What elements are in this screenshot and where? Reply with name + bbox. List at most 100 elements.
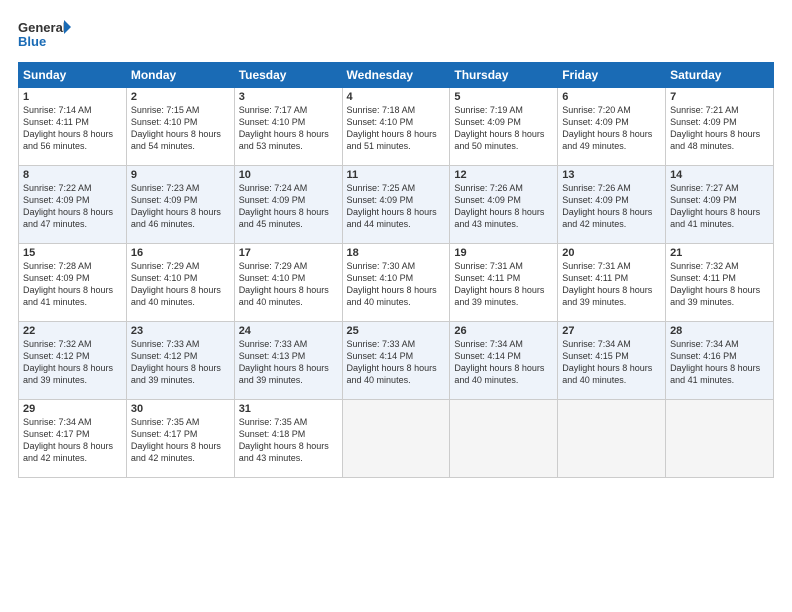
day-info: Sunrise: 7:18 AMSunset: 4:10 PMDaylight … [347, 105, 437, 151]
day-info: Sunrise: 7:14 AMSunset: 4:11 PMDaylight … [23, 105, 113, 151]
col-header-friday: Friday [558, 63, 666, 88]
day-info: Sunrise: 7:31 AMSunset: 4:11 PMDaylight … [562, 261, 652, 307]
calendar-cell: 2 Sunrise: 7:15 AMSunset: 4:10 PMDayligh… [126, 88, 234, 166]
day-number: 27 [562, 325, 661, 337]
day-number: 6 [562, 91, 661, 103]
day-info: Sunrise: 7:19 AMSunset: 4:09 PMDaylight … [454, 105, 544, 151]
page: General Blue SundayMondayTuesdayWednesda… [0, 0, 792, 612]
calendar-cell: 27 Sunrise: 7:34 AMSunset: 4:15 PMDaylig… [558, 322, 666, 400]
day-info: Sunrise: 7:34 AMSunset: 4:16 PMDaylight … [670, 339, 760, 385]
day-number: 28 [670, 325, 769, 337]
day-info: Sunrise: 7:35 AMSunset: 4:18 PMDaylight … [239, 417, 329, 463]
day-info: Sunrise: 7:26 AMSunset: 4:09 PMDaylight … [562, 183, 652, 229]
calendar-cell: 23 Sunrise: 7:33 AMSunset: 4:12 PMDaylig… [126, 322, 234, 400]
day-number: 25 [347, 325, 446, 337]
calendar-cell: 11 Sunrise: 7:25 AMSunset: 4:09 PMDaylig… [342, 166, 450, 244]
calendar-cell: 30 Sunrise: 7:35 AMSunset: 4:17 PMDaylig… [126, 400, 234, 478]
day-number: 2 [131, 91, 230, 103]
day-number: 15 [23, 247, 122, 259]
day-number: 3 [239, 91, 338, 103]
day-info: Sunrise: 7:15 AMSunset: 4:10 PMDaylight … [131, 105, 221, 151]
day-number: 13 [562, 169, 661, 181]
calendar-cell [558, 400, 666, 478]
calendar-cell: 17 Sunrise: 7:29 AMSunset: 4:10 PMDaylig… [234, 244, 342, 322]
col-header-wednesday: Wednesday [342, 63, 450, 88]
day-info: Sunrise: 7:24 AMSunset: 4:09 PMDaylight … [239, 183, 329, 229]
svg-text:General: General [18, 20, 66, 35]
day-number: 1 [23, 91, 122, 103]
day-info: Sunrise: 7:33 AMSunset: 4:14 PMDaylight … [347, 339, 437, 385]
day-number: 17 [239, 247, 338, 259]
calendar-cell [342, 400, 450, 478]
day-info: Sunrise: 7:21 AMSunset: 4:09 PMDaylight … [670, 105, 760, 151]
calendar-cell [450, 400, 558, 478]
calendar-cell: 31 Sunrise: 7:35 AMSunset: 4:18 PMDaylig… [234, 400, 342, 478]
calendar-header-row: SundayMondayTuesdayWednesdayThursdayFrid… [19, 63, 774, 88]
day-info: Sunrise: 7:34 AMSunset: 4:17 PMDaylight … [23, 417, 113, 463]
day-info: Sunrise: 7:32 AMSunset: 4:11 PMDaylight … [670, 261, 760, 307]
day-number: 26 [454, 325, 553, 337]
calendar-cell: 21 Sunrise: 7:32 AMSunset: 4:11 PMDaylig… [666, 244, 774, 322]
day-number: 9 [131, 169, 230, 181]
day-info: Sunrise: 7:33 AMSunset: 4:13 PMDaylight … [239, 339, 329, 385]
calendar-cell: 15 Sunrise: 7:28 AMSunset: 4:09 PMDaylig… [19, 244, 127, 322]
calendar-cell: 22 Sunrise: 7:32 AMSunset: 4:12 PMDaylig… [19, 322, 127, 400]
col-header-monday: Monday [126, 63, 234, 88]
day-number: 14 [670, 169, 769, 181]
calendar-cell: 25 Sunrise: 7:33 AMSunset: 4:14 PMDaylig… [342, 322, 450, 400]
calendar-cell: 13 Sunrise: 7:26 AMSunset: 4:09 PMDaylig… [558, 166, 666, 244]
day-info: Sunrise: 7:35 AMSunset: 4:17 PMDaylight … [131, 417, 221, 463]
day-info: Sunrise: 7:29 AMSunset: 4:10 PMDaylight … [131, 261, 221, 307]
calendar-cell: 24 Sunrise: 7:33 AMSunset: 4:13 PMDaylig… [234, 322, 342, 400]
calendar-cell: 29 Sunrise: 7:34 AMSunset: 4:17 PMDaylig… [19, 400, 127, 478]
day-number: 22 [23, 325, 122, 337]
calendar-cell: 9 Sunrise: 7:23 AMSunset: 4:09 PMDayligh… [126, 166, 234, 244]
day-number: 12 [454, 169, 553, 181]
day-info: Sunrise: 7:34 AMSunset: 4:15 PMDaylight … [562, 339, 652, 385]
calendar-week-4: 29 Sunrise: 7:34 AMSunset: 4:17 PMDaylig… [19, 400, 774, 478]
logo: General Blue [18, 16, 73, 54]
day-number: 7 [670, 91, 769, 103]
calendar-cell: 12 Sunrise: 7:26 AMSunset: 4:09 PMDaylig… [450, 166, 558, 244]
day-info: Sunrise: 7:34 AMSunset: 4:14 PMDaylight … [454, 339, 544, 385]
calendar-cell: 7 Sunrise: 7:21 AMSunset: 4:09 PMDayligh… [666, 88, 774, 166]
day-number: 8 [23, 169, 122, 181]
day-info: Sunrise: 7:32 AMSunset: 4:12 PMDaylight … [23, 339, 113, 385]
day-info: Sunrise: 7:33 AMSunset: 4:12 PMDaylight … [131, 339, 221, 385]
calendar-cell [666, 400, 774, 478]
calendar-cell: 8 Sunrise: 7:22 AMSunset: 4:09 PMDayligh… [19, 166, 127, 244]
day-number: 31 [239, 403, 338, 415]
calendar-cell: 26 Sunrise: 7:34 AMSunset: 4:14 PMDaylig… [450, 322, 558, 400]
calendar-cell: 18 Sunrise: 7:30 AMSunset: 4:10 PMDaylig… [342, 244, 450, 322]
svg-text:Blue: Blue [18, 34, 46, 49]
day-info: Sunrise: 7:25 AMSunset: 4:09 PMDaylight … [347, 183, 437, 229]
calendar-cell: 10 Sunrise: 7:24 AMSunset: 4:09 PMDaylig… [234, 166, 342, 244]
day-number: 16 [131, 247, 230, 259]
day-info: Sunrise: 7:29 AMSunset: 4:10 PMDaylight … [239, 261, 329, 307]
calendar-cell: 5 Sunrise: 7:19 AMSunset: 4:09 PMDayligh… [450, 88, 558, 166]
day-number: 10 [239, 169, 338, 181]
calendar-cell: 16 Sunrise: 7:29 AMSunset: 4:10 PMDaylig… [126, 244, 234, 322]
day-info: Sunrise: 7:17 AMSunset: 4:10 PMDaylight … [239, 105, 329, 151]
col-header-sunday: Sunday [19, 63, 127, 88]
calendar-cell: 28 Sunrise: 7:34 AMSunset: 4:16 PMDaylig… [666, 322, 774, 400]
logo-svg: General Blue [18, 16, 73, 54]
day-number: 20 [562, 247, 661, 259]
calendar-cell: 6 Sunrise: 7:20 AMSunset: 4:09 PMDayligh… [558, 88, 666, 166]
day-info: Sunrise: 7:23 AMSunset: 4:09 PMDaylight … [131, 183, 221, 229]
calendar-cell: 1 Sunrise: 7:14 AMSunset: 4:11 PMDayligh… [19, 88, 127, 166]
day-number: 24 [239, 325, 338, 337]
day-info: Sunrise: 7:26 AMSunset: 4:09 PMDaylight … [454, 183, 544, 229]
day-info: Sunrise: 7:28 AMSunset: 4:09 PMDaylight … [23, 261, 113, 307]
day-info: Sunrise: 7:31 AMSunset: 4:11 PMDaylight … [454, 261, 544, 307]
calendar-week-1: 8 Sunrise: 7:22 AMSunset: 4:09 PMDayligh… [19, 166, 774, 244]
day-number: 19 [454, 247, 553, 259]
day-number: 5 [454, 91, 553, 103]
day-info: Sunrise: 7:22 AMSunset: 4:09 PMDaylight … [23, 183, 113, 229]
calendar-week-3: 22 Sunrise: 7:32 AMSunset: 4:12 PMDaylig… [19, 322, 774, 400]
day-number: 21 [670, 247, 769, 259]
calendar-table: SundayMondayTuesdayWednesdayThursdayFrid… [18, 62, 774, 478]
day-info: Sunrise: 7:20 AMSunset: 4:09 PMDaylight … [562, 105, 652, 151]
calendar-cell: 4 Sunrise: 7:18 AMSunset: 4:10 PMDayligh… [342, 88, 450, 166]
day-number: 23 [131, 325, 230, 337]
